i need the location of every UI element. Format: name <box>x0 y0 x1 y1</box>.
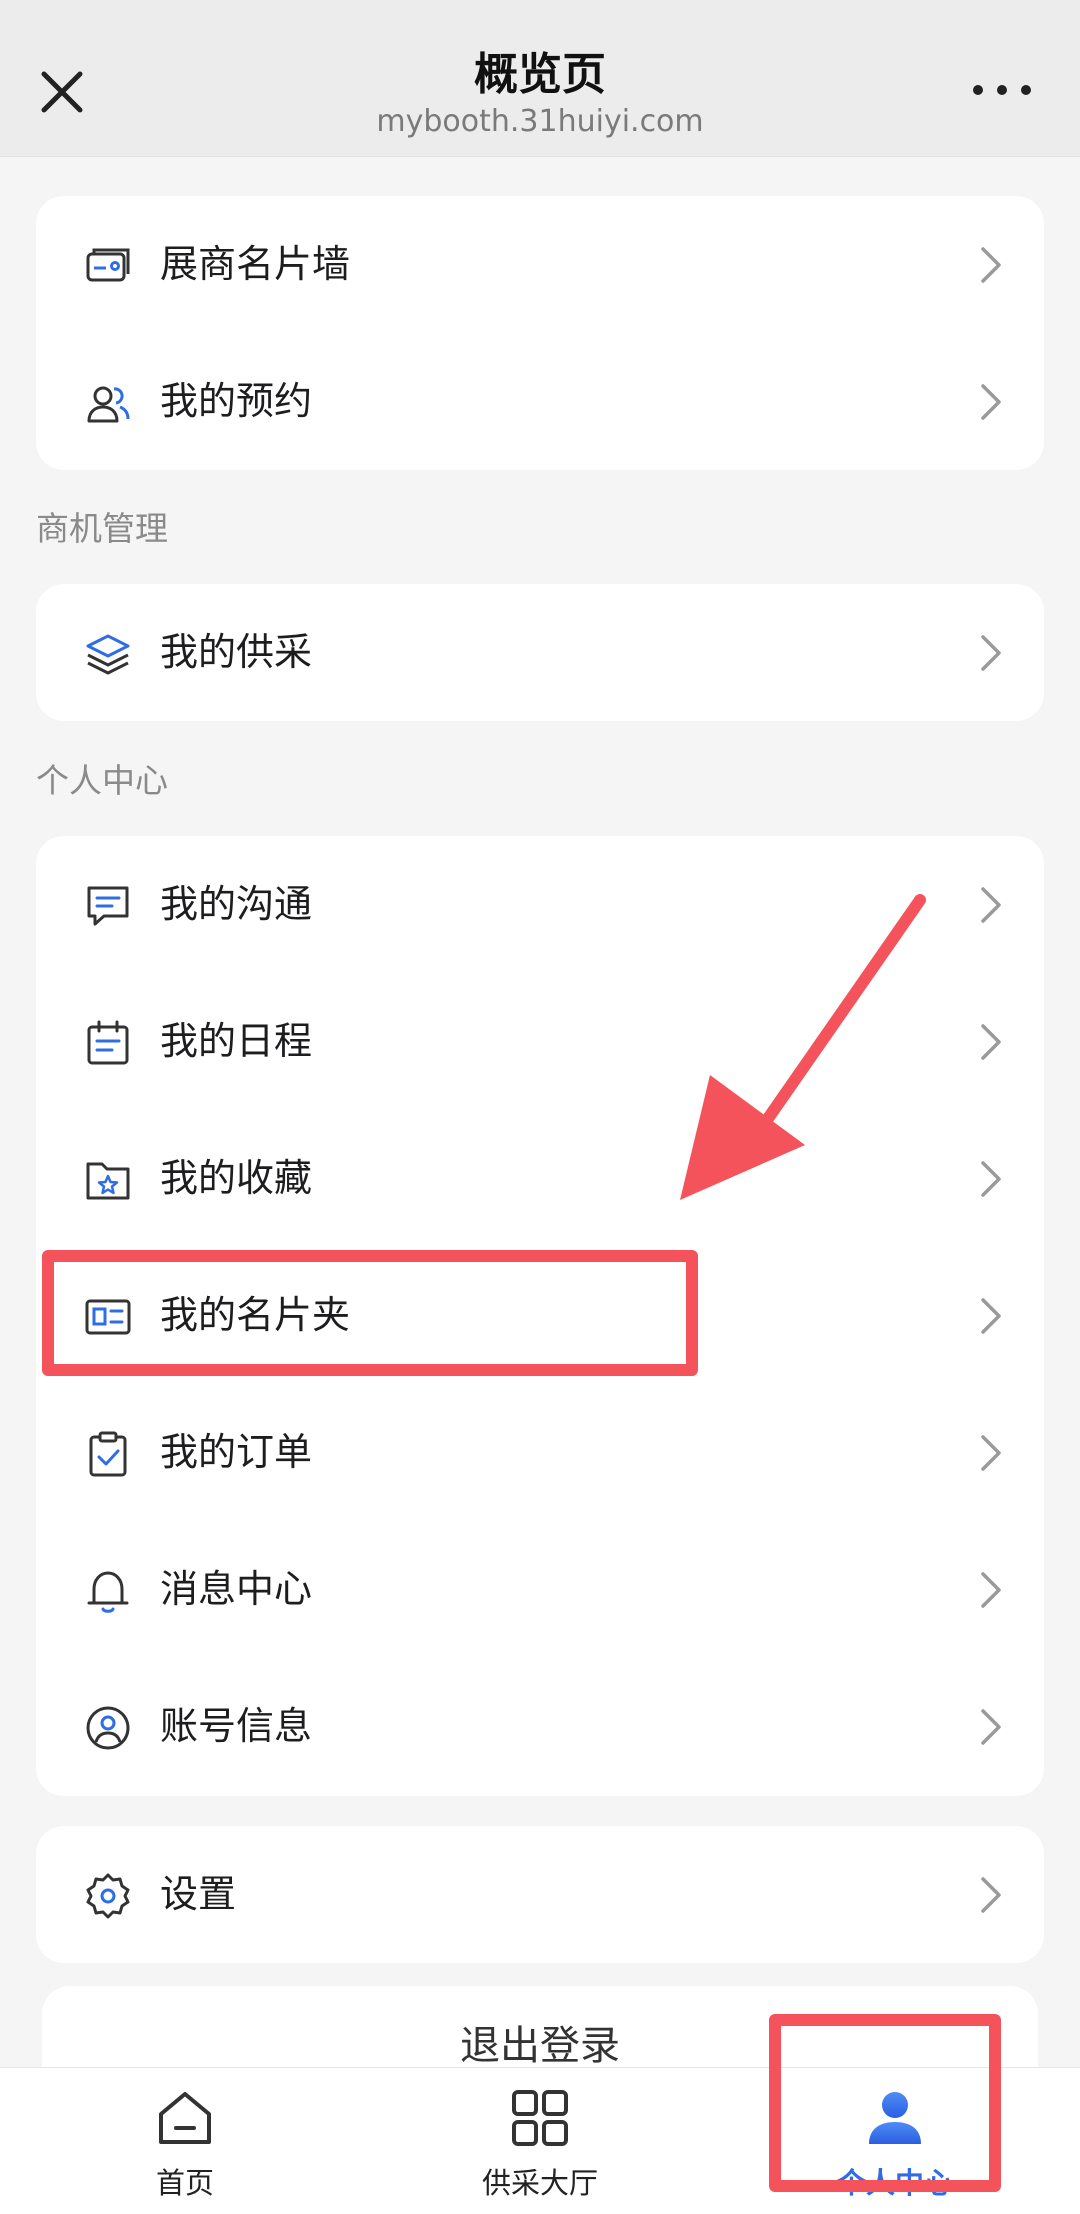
tab-home[interactable]: 首页 <box>5 2068 365 2214</box>
chevron-right-icon <box>981 1572 1001 1608</box>
annotation-arrow-icon <box>680 894 926 1200</box>
chat-icon <box>87 886 129 926</box>
menu-item-label: 我的沟通 <box>160 882 313 926</box>
tab-label: 供采大厅 <box>481 2166 598 2200</box>
more-icon[interactable] <box>970 80 1034 100</box>
menu-item-label: 账号信息 <box>160 1704 313 1748</box>
chevron-right-icon <box>981 1877 1001 1913</box>
card-settings: 设置 <box>36 1826 1044 1963</box>
section-title-personal: 个人中心 <box>36 761 168 800</box>
chevron-right-icon <box>981 635 1001 671</box>
menu-item-label: 消息中心 <box>160 1567 313 1611</box>
users-icon <box>87 386 130 423</box>
card-exhibitor: 展商名片墙 我的预约 <box>36 196 1044 470</box>
menu-item-supply[interactable]: 我的供采 <box>36 584 1044 721</box>
layers-icon <box>86 634 130 675</box>
home-icon <box>159 2092 211 2144</box>
menu-item-messages[interactable]: 消息中心 <box>36 1521 1044 1658</box>
menu-item-label: 展商名片墙 <box>160 242 351 286</box>
chevron-right-icon <box>981 247 1001 283</box>
chevron-right-icon <box>981 887 1001 923</box>
menu-item-account[interactable]: 账号信息 <box>36 1658 1044 1795</box>
highlight-box-personal-tab <box>769 2014 1001 2192</box>
menu-item-label: 我的供采 <box>160 630 313 674</box>
account-icon <box>86 1706 130 1750</box>
menu-item-label: 我的收藏 <box>160 1156 313 1200</box>
chevron-right-icon <box>981 1298 1001 1334</box>
menu-item-settings[interactable]: 设置 <box>36 1826 1044 1963</box>
calendar-icon <box>87 1020 129 1065</box>
highlight-box-card-holder <box>42 1250 698 1376</box>
page-title: 概览页 <box>474 49 606 100</box>
card-business: 我的供采 <box>36 584 1044 721</box>
menu-item-orders[interactable]: 我的订单 <box>36 1384 1044 1521</box>
clipboard-check-icon <box>89 1431 127 1477</box>
gear-icon <box>86 1873 130 1919</box>
business-card-wall-icon <box>86 248 130 282</box>
menu-item-label: 设置 <box>160 1872 237 1916</box>
chevron-right-icon <box>981 1024 1001 1060</box>
menu-item-appointments[interactable]: 我的预约 <box>36 333 1044 470</box>
chevron-right-icon <box>981 384 1001 420</box>
menu-item-label: 我的订单 <box>160 1430 313 1474</box>
chevron-right-icon <box>981 1709 1001 1745</box>
chevron-right-icon <box>981 1435 1001 1471</box>
tab-label: 首页 <box>155 2166 214 2200</box>
menu-item-label: 我的日程 <box>160 1019 313 1063</box>
tab-supply-hall[interactable]: 供采大厅 <box>360 2068 720 2214</box>
grid-icon <box>512 2090 568 2146</box>
bell-icon <box>87 1571 129 1613</box>
star-folder-icon <box>86 1162 130 1200</box>
menu-item-card-wall[interactable]: 展商名片墙 <box>36 196 1044 333</box>
top-bar: 概览页 mybooth.31huiyi.com <box>0 0 1080 157</box>
menu-item-label: 我的预约 <box>160 379 313 423</box>
section-title-business: 商机管理 <box>36 509 168 548</box>
page-url: mybooth.31huiyi.com <box>376 104 704 139</box>
chevron-right-icon <box>981 1161 1001 1197</box>
